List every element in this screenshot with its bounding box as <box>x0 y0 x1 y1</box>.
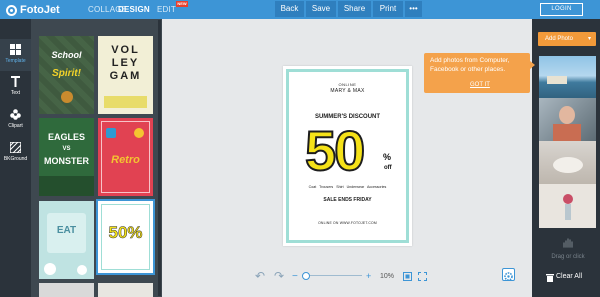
canvas-bottom-bar: ↶ ↷ − + 10% <box>255 269 427 283</box>
tool-template[interactable]: Template <box>0 39 31 71</box>
design-canvas[interactable]: ONLINE MARY & MAX SUMMER'S DISCOUNT 50 %… <box>283 66 412 246</box>
drag-hint: Drag or click <box>551 254 585 260</box>
logo-icon <box>6 4 17 16</box>
fullscreen-icon[interactable] <box>418 271 427 281</box>
more-button[interactable]: ••• <box>405 1 422 17</box>
template-gam-line: GAM <box>109 70 142 82</box>
chevron-down-icon: ▾ <box>587 36 591 42</box>
template-thumb-volleyball[interactable]: VOL LEY GAM <box>98 36 153 114</box>
add-photo-label: Add Photo <box>545 36 574 42</box>
zoom-in-button[interactable]: + <box>366 271 376 281</box>
template-discount-number: 50% <box>98 223 153 243</box>
add-photo-tooltip: Add photos from Computer, Facebook or ot… <box>424 53 535 93</box>
fotojet-app: FotoJet COLLAGE DESIGN EDIT NEW Back Sav… <box>0 0 600 297</box>
gear-icon <box>504 272 513 281</box>
canvas-footer: ONLINE ON WWW.FOTOJET.COM <box>318 221 377 225</box>
template-eagles-line: EAGLES <box>47 132 85 142</box>
tool-clipart[interactable]: Clipart <box>0 104 31 136</box>
template-school-line: School <box>51 50 82 60</box>
daisy-graphic <box>77 265 87 275</box>
template-monster-line: MONSTER <box>44 156 89 166</box>
tab-design[interactable]: DESIGN <box>118 0 150 19</box>
save-button[interactable]: Save <box>306 1 336 17</box>
canvas-sale-line: SALE ENDS FRIDAY <box>323 197 372 203</box>
tool-text[interactable]: Text <box>0 71 31 103</box>
canvas-percent: % <box>383 152 392 162</box>
canvas-big-number: 50 <box>304 119 366 182</box>
template-ley-line: LEY <box>111 57 140 69</box>
template-thumb-discount[interactable]: 50% <box>96 199 155 275</box>
template-thumb-eagles[interactable]: EAGLES VS MONSTER <box>39 118 94 196</box>
template-thumb-partial[interactable] <box>98 283 153 297</box>
photo-thumb-cat[interactable] <box>539 141 596 185</box>
ball-graphic <box>61 91 73 103</box>
tool-background-label: BKGround <box>3 156 28 162</box>
daisy-graphic <box>44 263 56 275</box>
template-retro-line: Retro <box>111 154 140 166</box>
template-thumb-partial[interactable] <box>39 283 94 297</box>
zoom-slider-thumb[interactable] <box>302 272 310 280</box>
back-button[interactable]: Back <box>275 1 304 17</box>
template-thumb-retro[interactable]: Retro <box>98 118 153 196</box>
tool-sidebar: Template Text Clipart BKGround <box>0 19 31 297</box>
undo-icon[interactable]: ↶ <box>255 269 269 283</box>
fotojet-logo[interactable]: FotoJet <box>6 3 60 17</box>
add-photo-button[interactable]: Add Photo ▾ <box>538 32 596 46</box>
canvas-online-label: ONLINE <box>338 82 357 87</box>
template-footer-block <box>104 96 147 108</box>
template-discount-text: 50% <box>108 223 143 243</box>
zoom-slider[interactable] <box>302 272 362 280</box>
canvas-discount-block: 50 <box>304 119 385 182</box>
logo-text: FotoJet <box>20 4 60 16</box>
canvas-categories: Coat Trousers Shirt Underwear Accessorie… <box>308 185 387 189</box>
canvas-off: off <box>384 165 392 171</box>
template-scrollbar[interactable] <box>158 20 161 296</box>
template-eat-line: EAT <box>56 225 77 236</box>
clipart-icon <box>10 109 21 120</box>
cat-shape <box>553 157 583 173</box>
zoom-level: 10% <box>380 272 395 280</box>
template-spirit-line: Spirit! <box>52 68 81 79</box>
clear-all-button[interactable]: Clear All <box>556 273 582 280</box>
trash-icon[interactable] <box>546 273 554 282</box>
settings-button[interactable] <box>502 268 515 281</box>
text-icon <box>11 76 20 87</box>
template-panel: School Spirit! VOL LEY GAM EAGLES VS MON… <box>31 19 162 297</box>
tool-background[interactable]: BKGround <box>0 137 31 169</box>
template-icon <box>10 44 21 55</box>
photo-thumb-portrait[interactable] <box>539 98 596 142</box>
fit-icon[interactable] <box>403 271 412 281</box>
tab-edit[interactable]: EDIT <box>157 0 176 19</box>
login-button[interactable]: LOGIN <box>540 3 583 16</box>
vase-shape <box>565 204 571 220</box>
background-icon <box>10 142 21 153</box>
radio-graphic <box>106 128 116 138</box>
tool-template-label: Template <box>5 58 26 64</box>
template-thumb-school-spirit[interactable]: School Spirit! <box>39 36 94 114</box>
share-button[interactable]: Share <box>338 1 371 17</box>
tooltip-text: Add photos from Computer, Facebook or ot… <box>430 57 510 73</box>
zoom-out-button[interactable]: − <box>292 271 300 282</box>
top-bar: FotoJet COLLAGE DESIGN EDIT NEW Back Sav… <box>0 0 600 19</box>
tool-clipart-label: Clipart <box>8 123 23 129</box>
flower-shape <box>563 194 573 204</box>
template-field-graphic <box>39 176 94 196</box>
drag-hand-icon <box>563 238 573 248</box>
face-shape <box>559 106 575 124</box>
redo-icon[interactable]: ↷ <box>274 269 288 283</box>
tool-text-label: Text <box>10 90 21 96</box>
template-vol-line: VOL <box>111 44 140 56</box>
print-button[interactable]: Print <box>373 1 403 17</box>
record-graphic <box>134 128 144 138</box>
building-shape <box>547 76 567 84</box>
canvas-store-name: MARY & MAX <box>330 88 365 94</box>
template-thumb-eat[interactable]: EAT <box>39 201 94 279</box>
zoom-slider-track <box>302 275 362 276</box>
template-vs-line: VS <box>62 146 71 152</box>
shoulder-shape <box>553 124 581 142</box>
photo-thumb-coast[interactable] <box>539 56 596 100</box>
got-it-link[interactable]: GOT IT <box>470 82 490 88</box>
photo-thumb-flowers[interactable] <box>539 184 596 228</box>
new-badge: NEW <box>176 1 188 7</box>
